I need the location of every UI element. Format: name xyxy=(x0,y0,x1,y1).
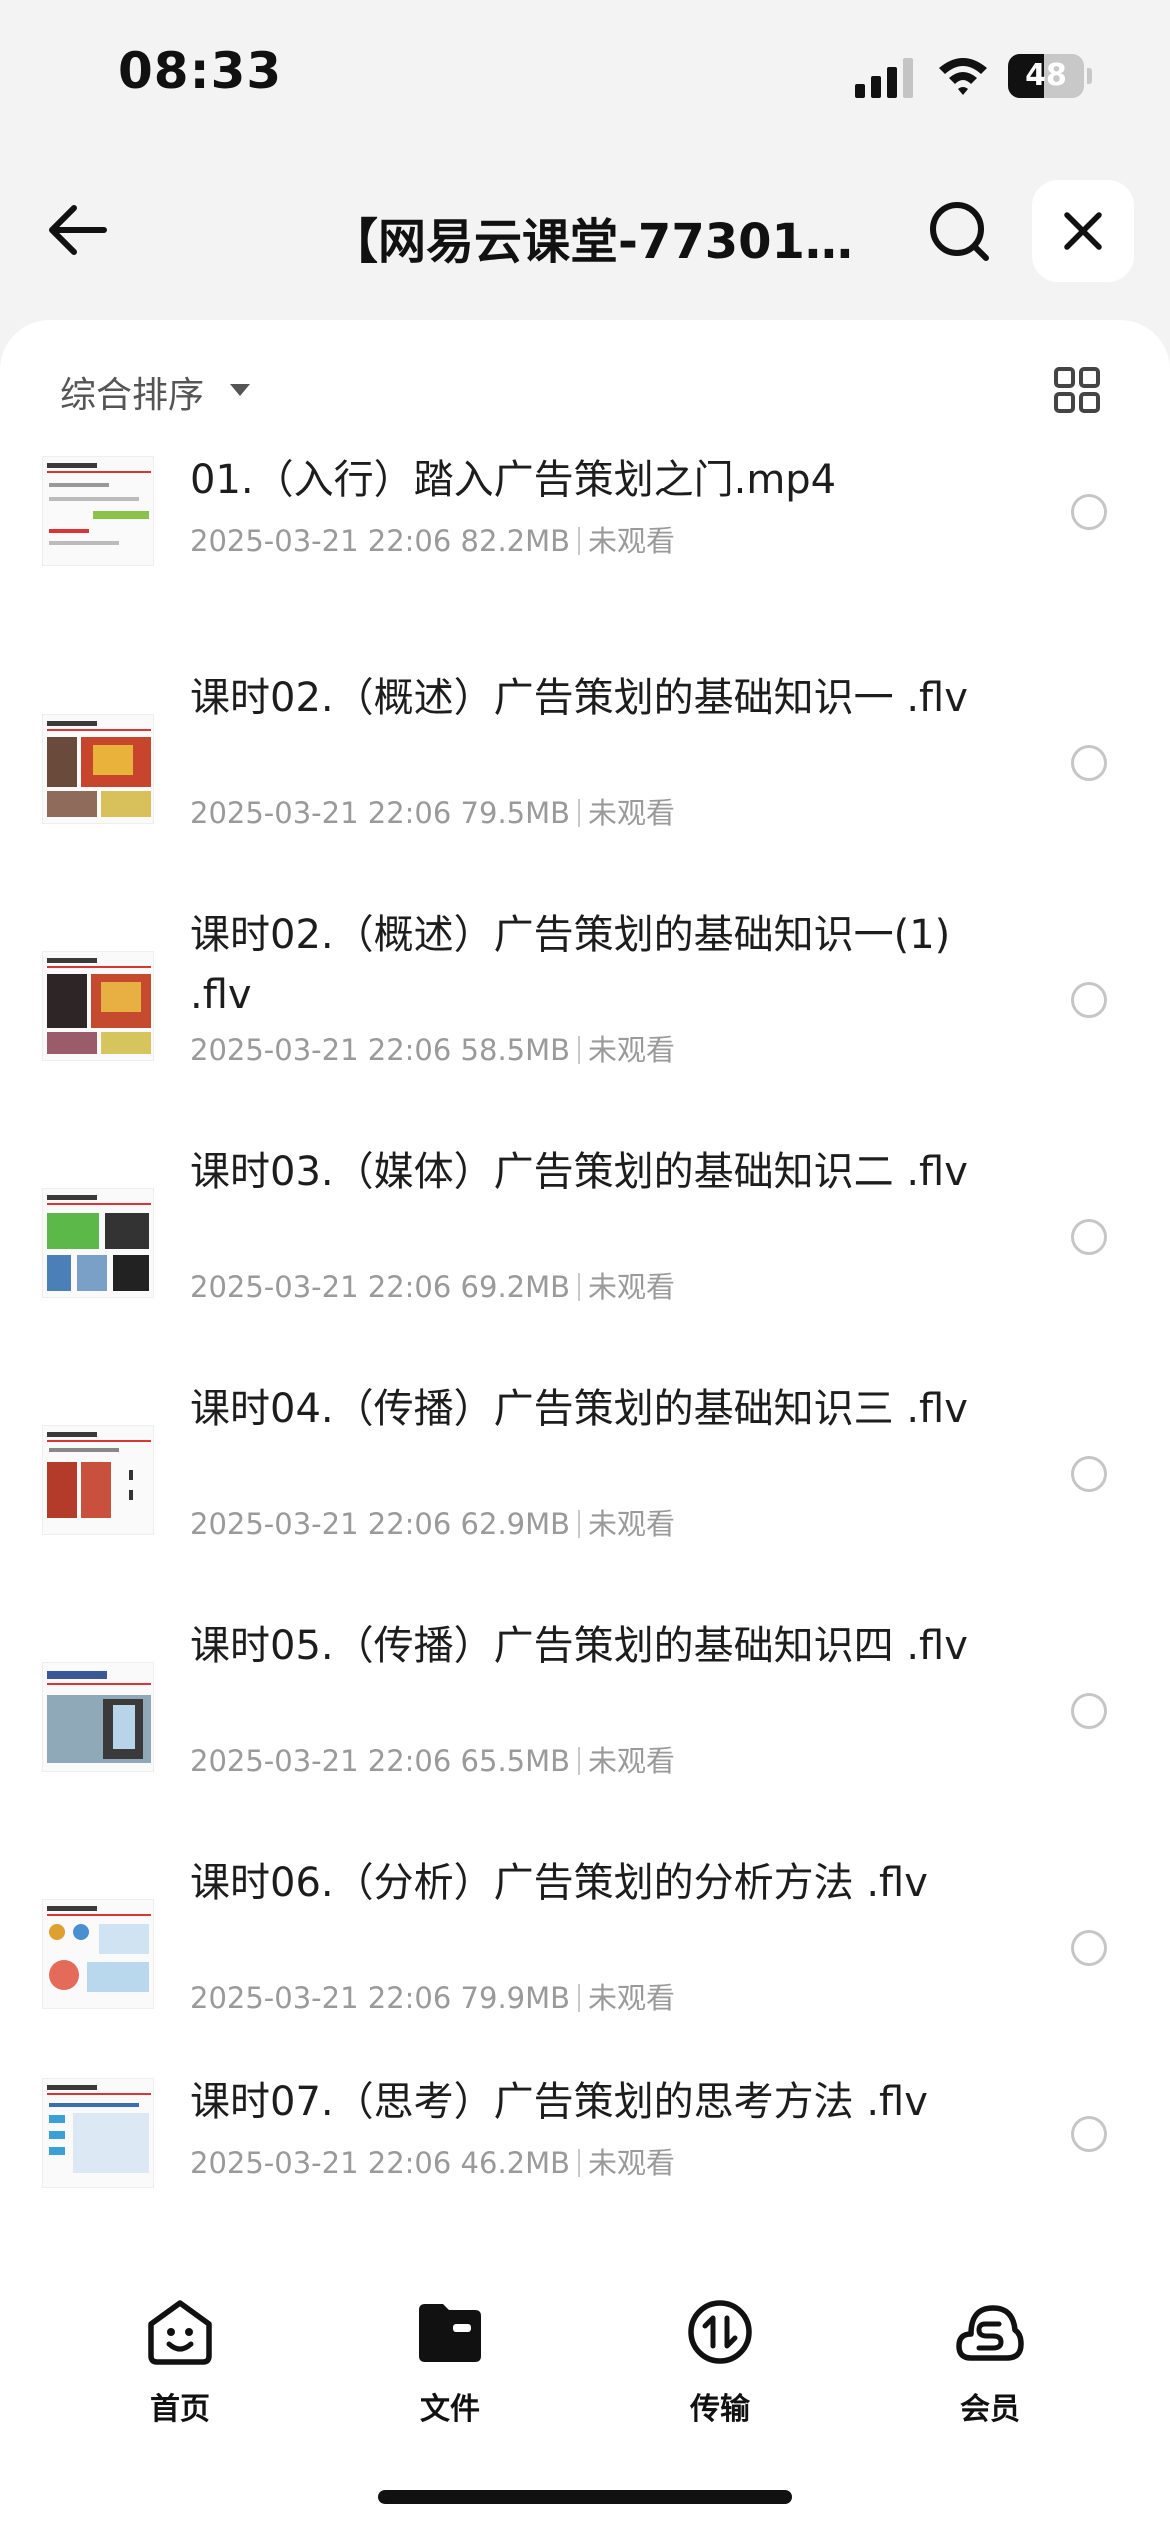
content-panel: 综合排序 01.（入行）踏入广告策划之门.mp4 2025-03-21 22:0… xyxy=(0,320,1170,2532)
select-radio[interactable] xyxy=(1071,745,1107,781)
file-size: 58.5MB xyxy=(460,1033,571,1067)
file-name: 课时07.（思考）广告策划的思考方法 .flv xyxy=(190,2079,928,2125)
file-name: 01.（入行）踏入广告策划之门.mp4 xyxy=(190,457,837,503)
file-name: 课时03.（媒体）广告策划的基础知识二 .flv xyxy=(190,1149,968,1195)
select-radio[interactable] xyxy=(1071,982,1107,1018)
back-arrow-icon[interactable] xyxy=(42,198,116,262)
file-date: 2025-03-21 22:06 xyxy=(190,796,452,830)
file-date: 2025-03-21 22:06 xyxy=(190,1744,452,1778)
watch-status: 未观看 xyxy=(588,2146,676,2180)
tab-home[interactable]: 首页 xyxy=(90,2290,270,2427)
tab-transfer[interactable]: 传输 xyxy=(630,2290,810,2427)
tab-vip[interactable]: 会员 xyxy=(900,2290,1080,2427)
search-icon[interactable] xyxy=(924,196,994,266)
tab-label: 文件 xyxy=(420,2392,480,2427)
file-size: 79.5MB xyxy=(460,796,571,830)
page-title: 【网易云课堂-773018... xyxy=(330,214,860,270)
tab-bar: 首页 文件 传输 会员 xyxy=(0,2270,1170,2450)
watch-status: 未观看 xyxy=(588,1981,676,2015)
smile-face-icon xyxy=(148,2300,212,2365)
file-size: 46.2MB xyxy=(460,2146,571,2180)
file-date: 2025-03-21 22:06 xyxy=(190,1981,452,2015)
file-meta: 2025-03-21 22:06 62.9MB 未观看 xyxy=(190,1501,675,1543)
watch-status: 未观看 xyxy=(588,796,676,830)
file-size: 62.9MB xyxy=(460,1507,571,1541)
video-thumbnail xyxy=(42,1899,154,2009)
vip-cloud-icon xyxy=(956,2305,1024,2361)
sort-bar: 综合排序 xyxy=(0,320,1170,460)
file-row[interactable]: 课时02.（概述）广告策划的基础知识一 .flv 2025-03-21 22:0… xyxy=(0,650,1170,887)
battery-level: 48 xyxy=(1025,58,1067,93)
file-row[interactable]: 课时03.（媒体）广告策划的基础知识二 .flv 2025-03-21 22:0… xyxy=(0,1124,1170,1361)
battery-icon: 48 xyxy=(1008,54,1092,98)
file-name: 课时05.（传播）广告策划的基础知识四 .flv xyxy=(190,1623,968,1669)
file-date: 2025-03-21 22:06 xyxy=(190,524,452,558)
select-radio[interactable] xyxy=(1071,1219,1107,1255)
file-meta: 2025-03-21 22:06 82.2MB 未观看 xyxy=(190,518,675,560)
watch-status: 未观看 xyxy=(588,1507,676,1541)
watch-status: 未观看 xyxy=(588,1270,676,1304)
grid-view-icon[interactable] xyxy=(1053,366,1101,414)
video-thumbnail xyxy=(42,714,154,824)
close-icon xyxy=(1064,212,1102,250)
file-size: 65.5MB xyxy=(460,1744,571,1778)
file-size: 69.2MB xyxy=(460,1270,571,1304)
folder-icon xyxy=(419,2304,481,2362)
file-row[interactable]: 课时06.（分析）广告策划的分析方法 .flv 2025-03-21 22:06… xyxy=(0,1835,1170,2072)
tab-label: 首页 xyxy=(150,2392,210,2427)
select-radio[interactable] xyxy=(1071,1693,1107,1729)
file-row[interactable]: 课时04.（传播）广告策划的基础知识三 .flv 2025-03-21 22:0… xyxy=(0,1361,1170,1598)
cellular-signal-icon xyxy=(855,58,913,98)
file-size: 79.9MB xyxy=(460,1981,571,2015)
tab-label: 会员 xyxy=(960,2392,1020,2427)
close-button[interactable] xyxy=(1032,180,1134,282)
file-size: 82.2MB xyxy=(460,524,571,558)
file-row[interactable]: 课时02.（概述）广告策划的基础知识一(1) .flv 2025-03-21 2… xyxy=(0,887,1170,1124)
file-name: 课时02.（概述）广告策划的基础知识一 .flv xyxy=(190,675,968,721)
nav-bar: 【网易云课堂-773018... xyxy=(0,170,1170,294)
video-thumbnail xyxy=(42,456,154,566)
select-radio[interactable] xyxy=(1071,1456,1107,1492)
file-meta: 2025-03-21 22:06 79.5MB 未观看 xyxy=(190,790,675,832)
video-thumbnail xyxy=(42,1188,154,1298)
tab-label: 传输 xyxy=(690,2392,750,2427)
file-meta: 2025-03-21 22:06 79.9MB 未观看 xyxy=(190,1975,675,2017)
caret-down-icon[interactable] xyxy=(228,382,252,398)
file-list: 01.（入行）踏入广告策划之门.mp4 2025-03-21 22:06 82.… xyxy=(0,450,1170,2272)
status-time: 08:33 xyxy=(118,42,283,100)
video-thumbnail xyxy=(42,1425,154,1535)
file-date: 2025-03-21 22:06 xyxy=(190,1270,452,1304)
file-row[interactable]: 课时05.（传播）广告策划的基础知识四 .flv 2025-03-21 22:0… xyxy=(0,1598,1170,1835)
watch-status: 未观看 xyxy=(588,1033,676,1067)
file-date: 2025-03-21 22:06 xyxy=(190,1033,452,1067)
file-name: 课时04.（传播）广告策划的基础知识三 .flv xyxy=(190,1386,968,1432)
transfer-icon xyxy=(688,2300,752,2364)
file-name: 课时02.（概述）广告策划的基础知识一(1) .flv xyxy=(190,912,951,1018)
tab-files[interactable]: 文件 xyxy=(360,2290,540,2427)
file-name: 课时06.（分析）广告策划的分析方法 .flv xyxy=(190,1860,928,1906)
file-meta: 2025-03-21 22:06 65.5MB 未观看 xyxy=(190,1738,675,1780)
select-radio[interactable] xyxy=(1071,494,1107,530)
file-date: 2025-03-21 22:06 xyxy=(190,1507,452,1541)
select-radio[interactable] xyxy=(1071,1930,1107,1966)
video-thumbnail xyxy=(42,1662,154,1772)
file-meta: 2025-03-21 22:06 46.2MB 未观看 xyxy=(190,2140,675,2182)
file-row[interactable]: 课时07.（思考）广告策划的思考方法 .flv 2025-03-21 22:06… xyxy=(0,2072,1170,2272)
wifi-icon xyxy=(939,58,987,95)
video-thumbnail xyxy=(42,2078,154,2188)
home-indicator[interactable] xyxy=(378,2490,792,2504)
file-row[interactable]: 01.（入行）踏入广告策划之门.mp4 2025-03-21 22:06 82.… xyxy=(0,450,1170,650)
file-meta: 2025-03-21 22:06 69.2MB 未观看 xyxy=(190,1264,675,1306)
select-radio[interactable] xyxy=(1071,2116,1107,2152)
file-date: 2025-03-21 22:06 xyxy=(190,2146,452,2180)
watch-status: 未观看 xyxy=(588,1744,676,1778)
file-meta: 2025-03-21 22:06 58.5MB 未观看 xyxy=(190,1027,675,1069)
video-thumbnail xyxy=(42,951,154,1061)
status-bar: 08:33 48 xyxy=(0,0,1170,150)
watch-status: 未观看 xyxy=(588,524,676,558)
sort-dropdown[interactable]: 综合排序 xyxy=(60,366,204,418)
